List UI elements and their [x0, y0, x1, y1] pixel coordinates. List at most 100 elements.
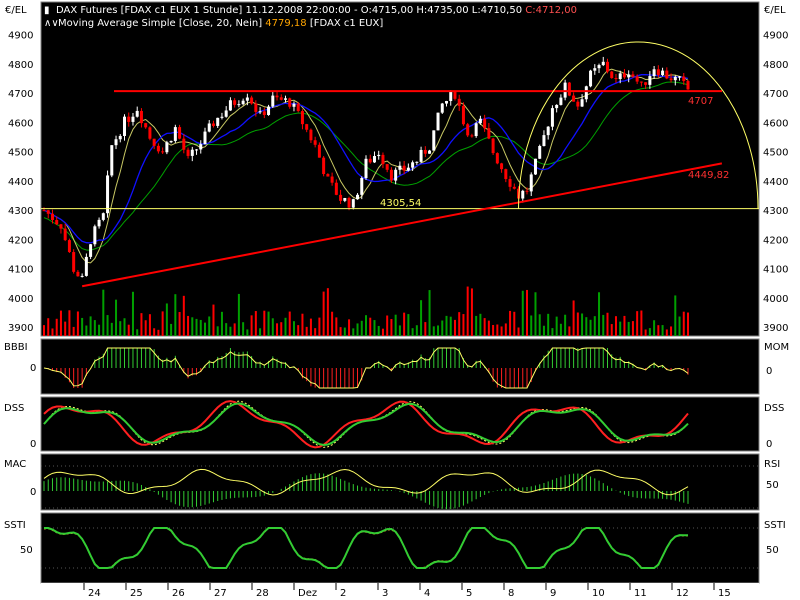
volume-bar — [335, 317, 338, 336]
volume-bar — [517, 327, 520, 336]
volume-bar — [428, 290, 431, 336]
candle-body — [500, 163, 504, 170]
time-label: 27 — [214, 588, 227, 599]
price-axis-left: 3900 4000 4100 4200 4300 4400 4500 4600 4700 4800… — [8, 31, 33, 335]
volume-bar — [466, 286, 469, 336]
candle-body — [504, 169, 508, 180]
volume-bar — [627, 321, 630, 336]
candle-body — [622, 73, 626, 78]
candle-body — [339, 194, 343, 201]
price-tick-left: 4600 — [8, 118, 33, 129]
candle-body — [372, 156, 376, 163]
volume-bar — [161, 311, 164, 336]
volume-bar — [148, 314, 151, 336]
time-label: 3 — [382, 588, 388, 599]
volume-bar — [648, 328, 651, 336]
candle-body — [453, 91, 457, 99]
volume-bar — [89, 316, 92, 336]
price-tick-right: 4000 — [763, 294, 788, 305]
candle-body — [538, 146, 542, 159]
trendline-label: 4449,82 — [688, 170, 729, 181]
volume-bar — [356, 323, 359, 336]
candle-body — [195, 149, 199, 151]
volume-bar — [568, 326, 571, 336]
header-line1: DAX Futures [FDAX c1 EUX 1 Stunde] 11.12… — [56, 5, 525, 16]
candle-body — [627, 74, 631, 78]
header-ma-value: 4779,18 — [265, 18, 306, 29]
candle-body — [279, 97, 283, 100]
mac-panel[interactable] — [40, 453, 760, 511]
rsi-50-tick: 50 — [766, 480, 779, 491]
candle-body — [148, 127, 152, 139]
volume-bar — [343, 327, 346, 336]
volume-bar — [631, 321, 634, 336]
volume-bar — [432, 326, 435, 336]
candle-body — [258, 111, 262, 113]
volume-bar — [682, 311, 685, 336]
candle-body — [618, 73, 622, 80]
volume-bar — [225, 323, 228, 336]
volume-bar — [674, 295, 677, 336]
candle-body — [635, 76, 639, 82]
candle-body — [368, 158, 372, 163]
volume-bar — [407, 314, 410, 336]
volume-bar — [462, 314, 465, 336]
candle-body — [123, 116, 126, 136]
candle-body — [156, 145, 160, 152]
volume-bar — [250, 315, 253, 336]
volume-bar — [661, 325, 664, 336]
volume-bar — [636, 311, 639, 336]
volume-bar — [526, 289, 528, 336]
time-label: 8 — [508, 588, 514, 599]
price-tick-right: 4900 — [763, 31, 788, 42]
candle-body — [72, 252, 76, 272]
price-tick-left: 4900 — [8, 31, 33, 42]
volume-bar — [500, 326, 503, 336]
volume-bar — [288, 311, 291, 336]
left-unit-label: €/EL — [5, 5, 27, 16]
candle-body — [436, 112, 440, 131]
header-line2: Moving Average Simple [Close, 20, Nein] — [58, 18, 265, 29]
price-tick-right: 4100 — [763, 265, 788, 276]
candle-body — [449, 91, 453, 102]
chart-canvas: ▮ DAX Futures [FDAX c1 EUX 1 Stunde] 11.… — [4, 1, 789, 600]
volume-bar — [115, 299, 118, 336]
candle-body — [478, 118, 482, 124]
candle-body — [165, 142, 169, 153]
volume-bar — [420, 300, 423, 336]
candle-body — [521, 190, 525, 199]
candle-body — [597, 65, 601, 69]
volume-bar — [619, 321, 622, 336]
mac-label: MAC — [4, 459, 26, 470]
volume-bar — [521, 290, 524, 336]
price-tick-right: 4600 — [763, 118, 788, 129]
candle-body — [572, 95, 576, 102]
candle-body — [669, 78, 673, 81]
volume-bar — [93, 320, 96, 336]
candle-body — [275, 95, 279, 98]
candle-body — [76, 271, 80, 277]
candle-body — [161, 151, 165, 153]
bbbi-zero-tick: 0 — [30, 363, 36, 374]
candle-body — [351, 199, 355, 208]
candle-body — [483, 118, 487, 129]
ssti-panel[interactable] — [40, 512, 760, 584]
time-label: 15 — [718, 588, 731, 599]
volume-bar — [547, 313, 550, 336]
candle-body — [284, 98, 287, 100]
volume-bar — [386, 315, 389, 336]
candle-body — [394, 169, 398, 181]
candle-body — [309, 129, 313, 141]
volume-bar — [458, 312, 461, 336]
price-tick-left: 4300 — [8, 206, 33, 217]
candle-body — [466, 124, 470, 136]
candle-body — [546, 126, 550, 136]
bbbi-label: BBBI — [4, 342, 28, 353]
candle-body — [648, 76, 652, 85]
candle-body — [614, 78, 618, 80]
candle-body — [508, 179, 512, 187]
volume-bar — [394, 314, 397, 336]
candle-body — [474, 123, 478, 137]
time-label: 28 — [256, 588, 269, 599]
volume-bar — [187, 315, 190, 336]
